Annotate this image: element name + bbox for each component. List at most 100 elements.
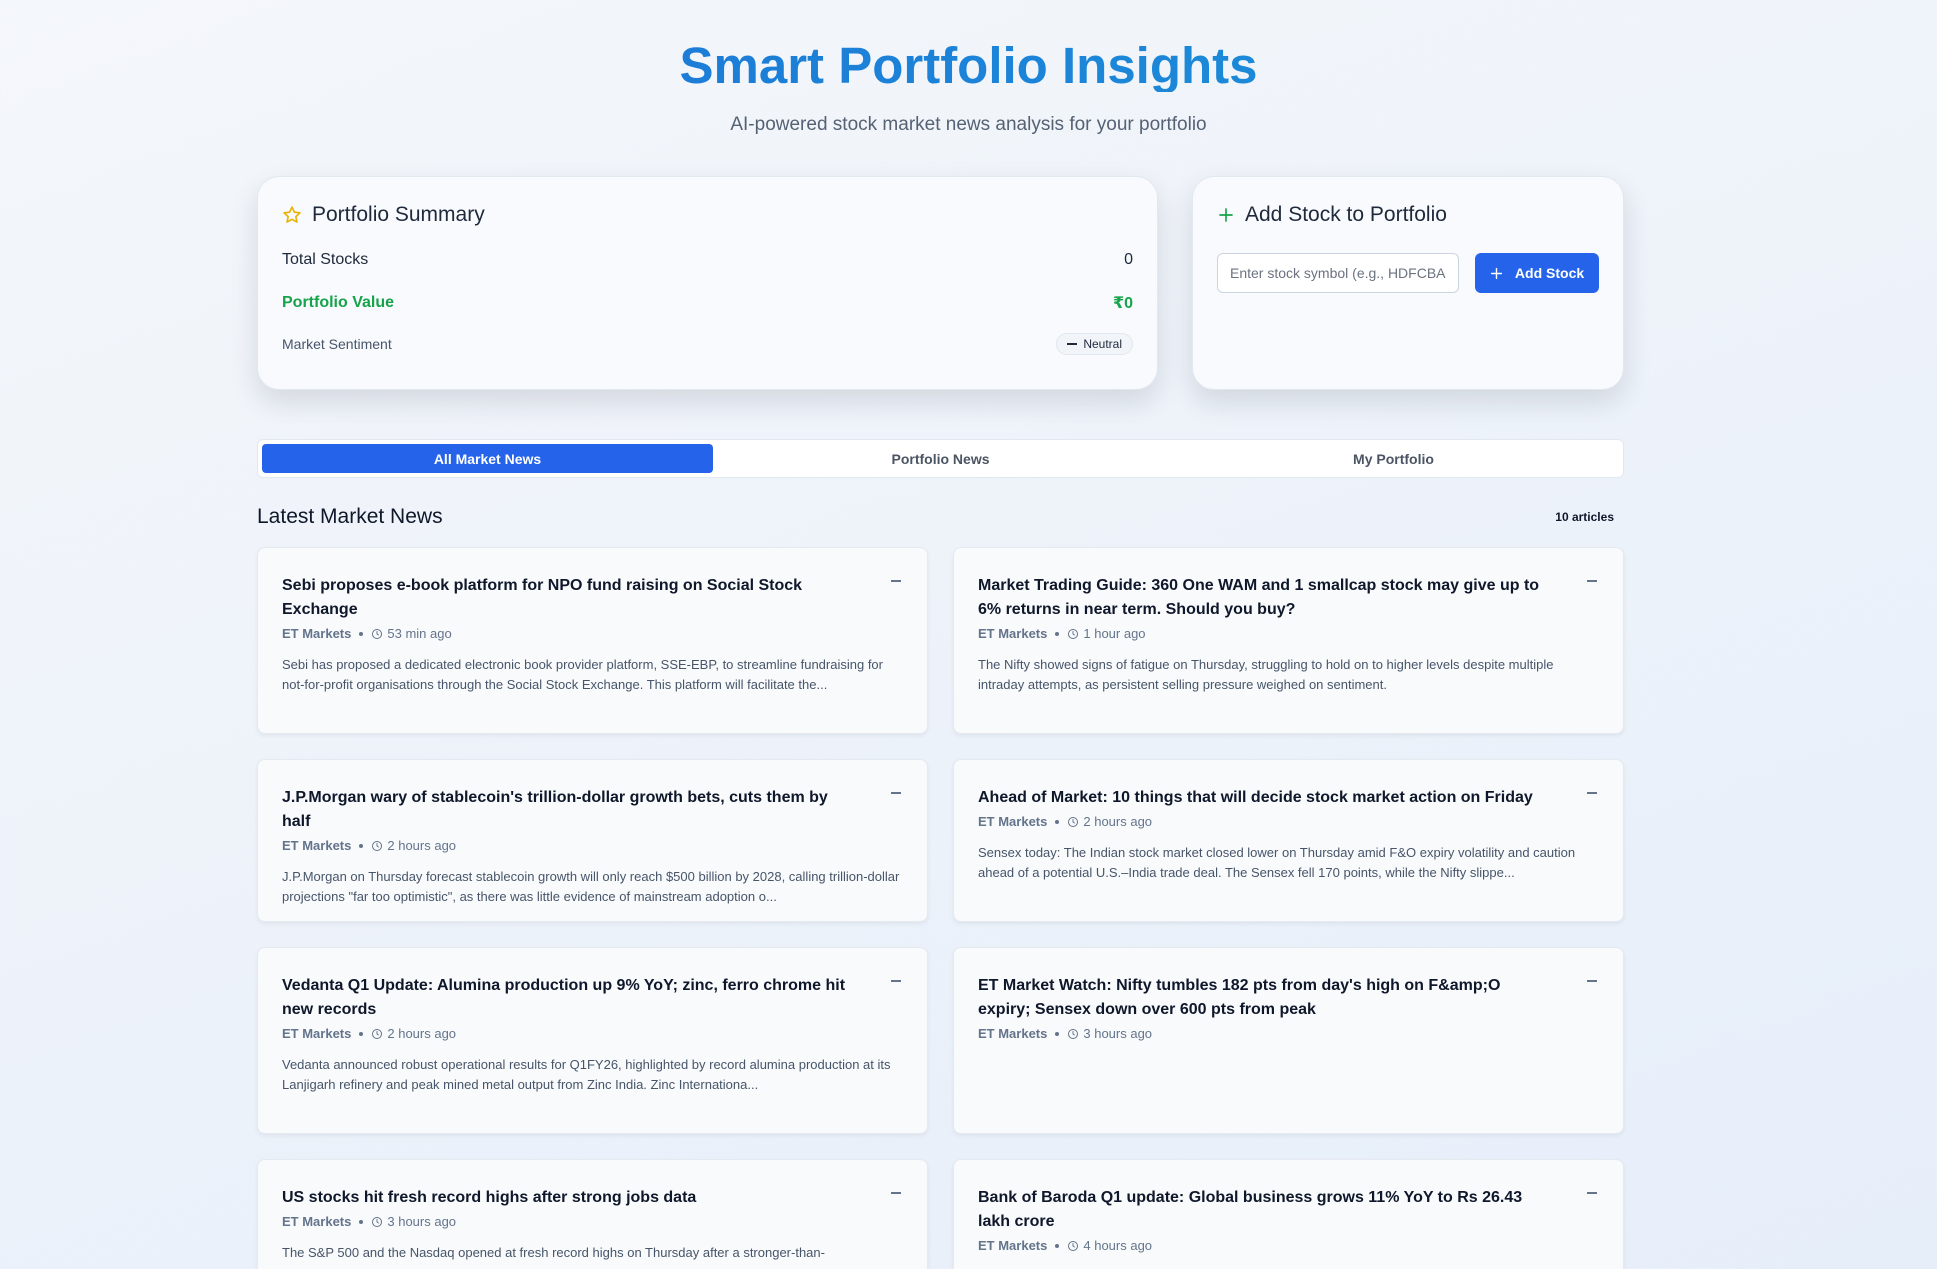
news-title[interactable]: Bank of Baroda Q1 update: Global busines… [978, 1186, 1599, 1234]
news-time-text: 3 hours ago [387, 1214, 457, 1229]
news-meta: ET Markets 3 hours ago [978, 1026, 1599, 1041]
tab-portfolio-news[interactable]: Portfolio News [715, 444, 1166, 473]
portfolio-value-row: Portfolio Value ₹0 [282, 293, 1133, 313]
news-source: ET Markets [978, 814, 1048, 829]
news-meta: ET Markets 4 hours ago [978, 1238, 1599, 1253]
add-stock-title: Add Stock to Portfolio [1245, 203, 1447, 226]
page-title: Smart Portfolio Insights [0, 40, 1937, 92]
minus-icon[interactable] [891, 980, 901, 982]
minus-icon[interactable] [891, 792, 901, 794]
news-title[interactable]: US stocks hit fresh record highs after s… [282, 1186, 903, 1210]
news-source: ET Markets [282, 1214, 352, 1229]
add-stock-card: Add Stock to Portfolio Add Stock [1192, 176, 1624, 390]
news-tabs: All Market News Portfolio News My Portfo… [257, 439, 1624, 478]
news-source: ET Markets [978, 1238, 1048, 1253]
news-title[interactable]: ET Market Watch: Nifty tumbles 182 pts f… [978, 974, 1599, 1022]
portfolio-summary-title: Portfolio Summary [312, 203, 485, 226]
clock-icon [1067, 1028, 1079, 1040]
market-sentiment-label: Market Sentiment [282, 336, 392, 352]
clock-icon [371, 628, 383, 640]
news-meta: ET Markets 2 hours ago [282, 838, 903, 853]
add-stock-button-label: Add Stock [1514, 265, 1585, 281]
news-summary: The S&P 500 and the Nasdaq opened at fre… [282, 1245, 825, 1260]
news-time: 4 hours ago [1067, 1238, 1152, 1253]
minus-icon[interactable] [1587, 580, 1597, 582]
total-stocks-label: Total Stocks [282, 251, 369, 268]
news-time: 3 hours ago [371, 1214, 456, 1229]
minus-icon[interactable] [891, 580, 901, 582]
separator-dot [1055, 1031, 1060, 1036]
total-stocks-row: Total Stocks 0 [282, 251, 1133, 269]
news-source: ET Markets [282, 1026, 352, 1041]
news-time-text: 3 hours ago [1083, 1026, 1153, 1041]
clock-icon [1067, 1240, 1079, 1252]
clock-icon [1067, 816, 1079, 828]
sentiment-value: Neutral [1083, 337, 1122, 351]
page-subtitle: AI-powered stock market news analysis fo… [730, 114, 1207, 135]
news-meta: ET Markets 53 min ago [282, 626, 903, 641]
plus-icon [1490, 267, 1503, 280]
news-card[interactable]: US stocks hit fresh record highs after s… [257, 1159, 928, 1269]
minus-icon[interactable] [1587, 1192, 1597, 1194]
news-summary: The Nifty showed signs of fatigue on Thu… [978, 657, 1554, 692]
top-cards: Portfolio Summary Total Stocks 0 Portfol… [257, 176, 1624, 390]
news-card[interactable]: Market Trading Guide: 360 One WAM and 1 … [953, 547, 1624, 734]
news-source: ET Markets [978, 626, 1048, 641]
news-title[interactable]: Ahead of Market: 10 things that will dec… [978, 786, 1599, 810]
news-title[interactable]: J.P.Morgan wary of stablecoin's trillion… [282, 786, 903, 834]
news-source: ET Markets [978, 1026, 1048, 1041]
news-meta: ET Markets 1 hour ago [978, 626, 1599, 641]
portfolio-value: ₹0 [1112, 295, 1133, 312]
separator-dot [1055, 819, 1060, 824]
separator-dot [359, 1031, 364, 1036]
news-card[interactable]: Ahead of Market: 10 things that will dec… [953, 759, 1624, 922]
news-card[interactable]: J.P.Morgan wary of stablecoin's trillion… [257, 759, 928, 922]
news-source: ET Markets [282, 838, 352, 853]
minus-icon[interactable] [891, 1192, 901, 1194]
news-time-text: 2 hours ago [387, 838, 457, 853]
page-header: Smart Portfolio Insights AI-powered stoc… [0, 0, 1937, 136]
total-stocks-value: 0 [1124, 251, 1133, 268]
portfolio-summary-header: Portfolio Summary [282, 203, 1133, 227]
sentiment-badge: Neutral [1056, 333, 1133, 355]
news-meta: ET Markets 2 hours ago [282, 1026, 903, 1041]
news-title[interactable]: Sebi proposes e-book platform for NPO fu… [282, 574, 903, 622]
news-grid: Sebi proposes e-book platform for NPO fu… [257, 547, 1624, 1269]
add-stock-header: Add Stock to Portfolio [1217, 203, 1599, 227]
news-time-text: 1 hour ago [1083, 626, 1146, 641]
news-card[interactable]: Bank of Baroda Q1 update: Global busines… [953, 1159, 1624, 1269]
news-summary: Sebi has proposed a dedicated electronic… [282, 657, 883, 692]
news-meta: ET Markets 2 hours ago [978, 814, 1599, 829]
news-time-text: 2 hours ago [387, 1026, 457, 1041]
add-stock-form: Add Stock [1217, 253, 1599, 293]
news-summary: J.P.Morgan on Thursday forecast stableco… [282, 869, 900, 904]
news-title[interactable]: Market Trading Guide: 360 One WAM and 1 … [978, 574, 1599, 622]
news-card[interactable]: Sebi proposes e-book platform for NPO fu… [257, 547, 928, 734]
news-meta: ET Markets 3 hours ago [282, 1214, 903, 1229]
star-icon [282, 205, 302, 225]
market-sentiment-row: Market Sentiment Neutral [282, 333, 1133, 355]
portfolio-summary-card: Portfolio Summary Total Stocks 0 Portfol… [257, 176, 1158, 390]
tab-my-portfolio[interactable]: My Portfolio [1168, 444, 1619, 473]
portfolio-value-label: Portfolio Value [282, 294, 395, 311]
news-summary: Vedanta announced robust operational res… [282, 1057, 891, 1092]
news-card[interactable]: Vedanta Q1 Update: Alumina production up… [257, 947, 928, 1134]
clock-icon [371, 1028, 383, 1040]
clock-icon [1067, 628, 1079, 640]
news-summary: Sensex today: The Indian stock market cl… [978, 845, 1576, 880]
separator-dot [1055, 1243, 1060, 1248]
tab-all-market-news[interactable]: All Market News [262, 444, 713, 473]
minus-icon[interactable] [1587, 980, 1597, 982]
news-card[interactable]: ET Market Watch: Nifty tumbles 182 pts f… [953, 947, 1624, 1134]
stock-symbol-input[interactable] [1217, 253, 1460, 293]
add-stock-button[interactable]: Add Stock [1475, 253, 1599, 293]
news-time: 53 min ago [371, 626, 452, 641]
news-title[interactable]: Vedanta Q1 Update: Alumina production up… [282, 974, 903, 1022]
separator-dot [359, 631, 364, 636]
clock-icon [371, 1216, 383, 1228]
separator-dot [359, 843, 364, 848]
separator-dot [1055, 631, 1060, 636]
news-time: 2 hours ago [371, 1026, 456, 1041]
separator-dot [359, 1219, 364, 1224]
minus-icon[interactable] [1587, 792, 1597, 794]
